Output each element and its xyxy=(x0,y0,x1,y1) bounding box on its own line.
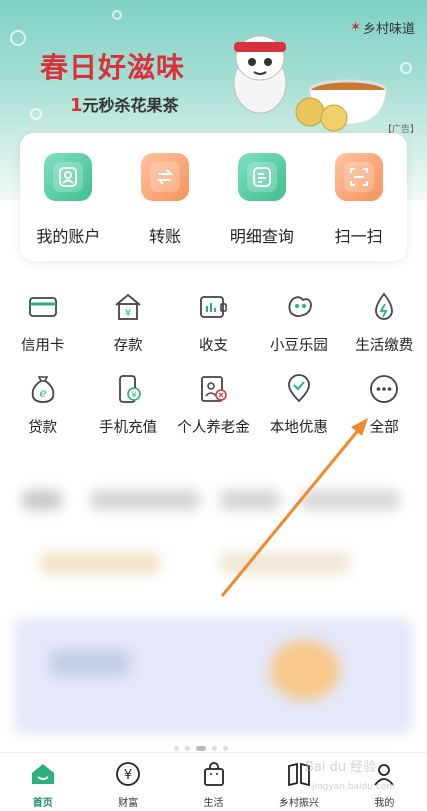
grid-label: 贷款 xyxy=(28,420,58,436)
svg-text:¥: ¥ xyxy=(125,308,131,319)
bubble-decoration xyxy=(400,62,412,74)
banner-headline: 春日好滋味 xyxy=(40,51,186,84)
nav-wealth[interactable]: ¥ 财富 xyxy=(85,753,170,811)
more-icon xyxy=(367,372,401,406)
grid-item-utility-payment[interactable]: 生活缴费 xyxy=(342,290,427,372)
transfer-icon xyxy=(141,153,190,201)
quick-scan[interactable]: 扫一扫 xyxy=(315,153,403,247)
local-deals-icon xyxy=(282,372,316,406)
service-grid: 信用卡 ¥ 存款 收支 小豆乐园 生活缴费 e 贷款 ¥ 手机充值 个人养老金 … xyxy=(0,290,427,454)
grid-label: 生活缴费 xyxy=(355,338,414,354)
quick-label: 我的账户 xyxy=(36,227,101,246)
nav-label: 首页 xyxy=(32,798,53,809)
banner-subtitle: 1元秒杀花果茶 xyxy=(70,95,179,116)
grid-label: 信用卡 xyxy=(20,338,65,354)
grid-label: 存款 xyxy=(113,338,143,354)
grid-item-phone-recharge[interactable]: ¥ 手机充值 xyxy=(85,372,170,454)
grid-item-bean-park[interactable]: 小豆乐园 xyxy=(256,290,341,372)
grid-item-local-deals[interactable]: 本地优惠 xyxy=(256,372,341,454)
bean-park-icon xyxy=(282,290,316,324)
wealth-icon: ¥ xyxy=(114,760,142,788)
phone-recharge-icon: ¥ xyxy=(111,372,145,406)
watermark-url: jingyan.baidu.com xyxy=(312,782,396,792)
svg-text:¥: ¥ xyxy=(124,768,132,783)
blurred-content xyxy=(0,470,427,750)
pension-icon xyxy=(196,372,230,406)
grid-label: 手机充值 xyxy=(99,420,158,436)
income-expense-icon xyxy=(196,290,230,324)
grid-item-income-expense[interactable]: 收支 xyxy=(171,290,256,372)
grid-label: 本地优惠 xyxy=(269,420,328,436)
nav-label: 生活 xyxy=(203,798,224,809)
grid-label: 个人养老金 xyxy=(177,420,250,436)
grid-label: 小豆乐园 xyxy=(269,338,328,354)
carousel-indicator xyxy=(174,746,228,751)
tea-cup-illustration xyxy=(295,79,388,132)
brand-logo: ✶ 乡村味道 xyxy=(350,20,415,37)
grid-label: 全部 xyxy=(369,420,399,436)
quick-transfer[interactable]: 转账 xyxy=(121,153,209,247)
bubble-decoration xyxy=(112,10,122,20)
grid-item-credit-card[interactable]: 信用卡 xyxy=(0,290,85,372)
nav-life[interactable]: 生活 xyxy=(171,753,256,811)
home-icon xyxy=(29,760,57,788)
svg-text:e: e xyxy=(39,386,46,400)
grid-item-deposit[interactable]: ¥ 存款 xyxy=(85,290,170,372)
details-icon xyxy=(237,153,286,201)
grid-item-loan[interactable]: e 贷款 xyxy=(0,372,85,454)
nav-home[interactable]: 首页 xyxy=(0,753,85,811)
quick-label: 明细查询 xyxy=(229,227,294,246)
account-icon xyxy=(44,153,93,201)
quick-my-account[interactable]: 我的账户 xyxy=(24,153,112,247)
watermark: Bai du 经验 xyxy=(305,760,377,775)
quick-label: 扫一扫 xyxy=(334,227,383,246)
life-icon xyxy=(200,760,228,788)
credit-card-icon xyxy=(26,290,60,324)
quick-details[interactable]: 明细查询 xyxy=(218,153,306,247)
nav-label: 财富 xyxy=(118,798,139,809)
deposit-icon: ¥ xyxy=(111,290,145,324)
loan-icon: e xyxy=(26,372,60,406)
grid-item-all[interactable]: 全部 xyxy=(342,372,427,454)
bubble-decoration xyxy=(30,108,42,120)
bubble-decoration xyxy=(10,30,26,46)
scan-icon xyxy=(334,153,383,201)
nav-label: 乡村振兴 xyxy=(278,798,319,809)
quick-actions-card: 我的账户 转账 明细查询 扫一扫 xyxy=(20,133,407,261)
svg-text:¥: ¥ xyxy=(132,391,137,400)
grid-label: 收支 xyxy=(198,338,228,354)
utility-payment-icon xyxy=(367,290,401,324)
grid-item-pension[interactable]: 个人养老金 xyxy=(171,372,256,454)
quick-label: 转账 xyxy=(149,227,182,246)
nav-label: 我的 xyxy=(374,798,395,809)
